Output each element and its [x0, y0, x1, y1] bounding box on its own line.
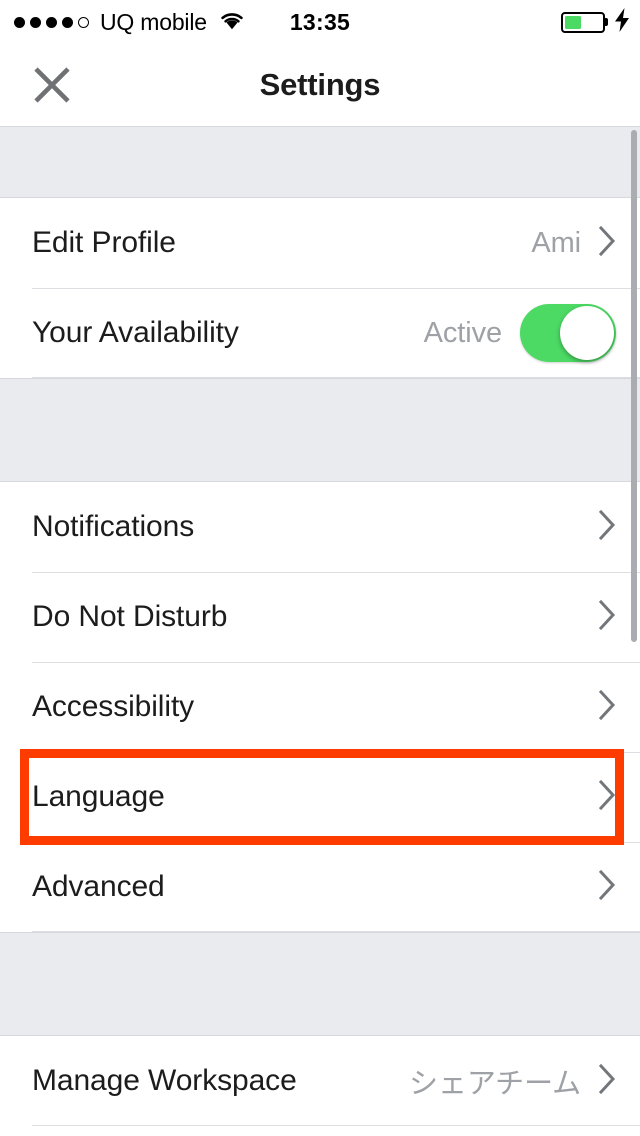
availability-toggle[interactable]	[520, 304, 616, 362]
status-bar-right	[561, 0, 630, 44]
settings-row-manage-workspace[interactable]: Manage Workspace シェアチーム	[0, 1036, 640, 1126]
settings-row-accessory	[598, 779, 616, 815]
settings-row-accessory: Active	[424, 304, 616, 362]
settings-list: Edit Profile Ami Your Availability Activ…	[0, 126, 640, 1126]
status-bar: UQ mobile 13:35	[0, 0, 640, 44]
settings-row-value: Active	[423, 316, 502, 349]
battery-nub	[604, 18, 608, 26]
settings-row-label: Accessibility	[32, 690, 195, 723]
settings-section-preferences: Notifications Do Not Disturb Accessibili…	[0, 482, 640, 932]
settings-row-label: Manage Workspace	[32, 1064, 297, 1097]
chevron-right-icon	[598, 689, 616, 725]
settings-row-label: Notifications	[32, 510, 195, 543]
settings-row-accessory: シェアチーム	[409, 1060, 616, 1102]
settings-row-label: Your Availability	[32, 316, 239, 349]
settings-row-value: シェアチーム	[409, 1068, 581, 1100]
vertical-scrollbar[interactable]	[631, 130, 637, 642]
settings-row-accessory	[598, 869, 616, 905]
settings-row-advanced[interactable]: Advanced	[0, 842, 640, 932]
chevron-right-icon	[598, 779, 616, 815]
settings-row-accessory	[598, 509, 616, 545]
section-separator-1	[0, 126, 640, 198]
navigation-bar: Settings	[0, 44, 640, 126]
section-separator-3	[0, 932, 640, 1036]
charging-bolt-icon	[614, 7, 630, 37]
settings-row-accessory: Ami	[531, 225, 616, 261]
chevron-right-icon	[598, 509, 616, 545]
settings-row-label: Language	[32, 780, 165, 813]
settings-row-your-availability[interactable]: Your Availability Active	[0, 288, 640, 378]
toggle-knob	[560, 306, 614, 360]
settings-row-accessory	[598, 599, 616, 635]
settings-row-do-not-disturb[interactable]: Do Not Disturb	[0, 572, 640, 662]
app-screen: UQ mobile 13:35 Settings Edit Profile Am…	[0, 0, 640, 1136]
chevron-right-icon	[598, 1063, 616, 1099]
status-bar-clock: 13:35	[289, 8, 351, 35]
settings-row-edit-profile[interactable]: Edit Profile Ami	[0, 198, 640, 288]
settings-row-label: Do Not Disturb	[32, 600, 228, 633]
chevron-right-icon	[598, 599, 616, 635]
page-title: Settings	[259, 67, 381, 102]
settings-row-value: Ami	[531, 226, 581, 259]
settings-section-workspace: Manage Workspace シェアチーム	[0, 1036, 640, 1126]
battery-fill	[565, 15, 582, 29]
chevron-right-icon	[598, 869, 616, 905]
section-separator-2	[0, 378, 640, 482]
settings-row-label: Edit Profile	[32, 226, 176, 259]
settings-row-notifications[interactable]: Notifications	[0, 482, 640, 572]
chevron-right-icon	[598, 225, 616, 261]
settings-section-account: Edit Profile Ami Your Availability Activ…	[0, 198, 640, 378]
battery-icon	[561, 11, 608, 33]
settings-row-accessibility[interactable]: Accessibility	[0, 662, 640, 752]
settings-row-label: Advanced	[32, 870, 165, 903]
settings-row-language[interactable]: Language	[0, 752, 640, 842]
settings-row-accessory	[598, 689, 616, 725]
